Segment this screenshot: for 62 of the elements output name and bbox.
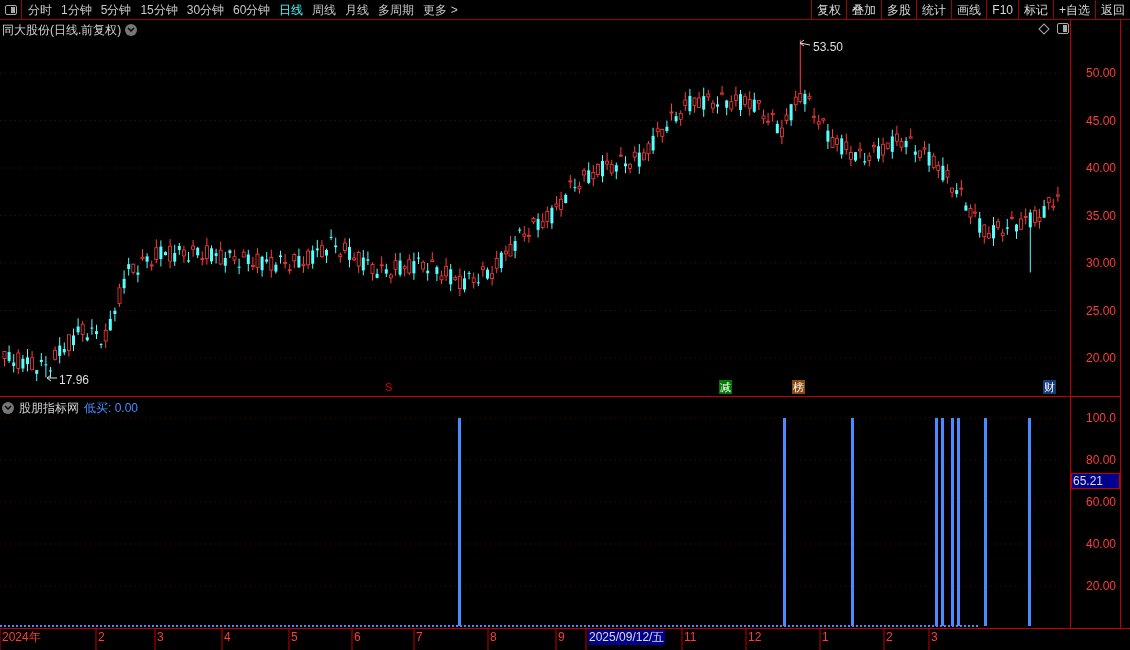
- arrow-icon: [799, 39, 811, 47]
- indicator-axis-label: 80.00: [1085, 453, 1116, 467]
- event-marker[interactable]: 减: [719, 380, 732, 394]
- chart-title: 同大股份(日线.前复权): [2, 22, 122, 39]
- indicator-axis-label: 60.00: [1085, 495, 1116, 509]
- event-marker[interactable]: 财: [1043, 380, 1056, 394]
- date-axis-label: 8: [490, 630, 497, 645]
- period-tab[interactable]: 15分钟: [140, 0, 178, 19]
- date-axis-label: 6: [354, 630, 361, 645]
- date-axis-label: 7: [416, 630, 423, 645]
- price-axis-label: 40.00: [1085, 161, 1116, 175]
- period-tab[interactable]: 月线: [345, 0, 370, 19]
- price-axis-label: 45.00: [1085, 113, 1116, 128]
- event-marker[interactable]: 榜: [792, 380, 805, 394]
- price-axis-label: 30.00: [1085, 256, 1116, 270]
- toolbar-button[interactable]: 画线: [951, 0, 987, 19]
- date-axis-label: 11: [684, 630, 697, 645]
- toolbar-button[interactable]: 复权: [811, 0, 847, 19]
- arrow-icon: [46, 374, 58, 382]
- period-tab[interactable]: 分时: [28, 0, 52, 19]
- toolbar-button[interactable]: 返回: [1095, 0, 1130, 19]
- date-axis-label: 1: [822, 630, 829, 645]
- period-tab[interactable]: 多周期: [378, 0, 415, 19]
- period-tab[interactable]: 1分钟: [61, 0, 92, 19]
- indicator-axis-label: 20.00: [1085, 579, 1116, 593]
- date-axis-label: 3: [157, 630, 164, 645]
- price-axis-label: 35.00: [1085, 208, 1116, 223]
- indicator-reading: 低买: 0.00: [84, 400, 139, 417]
- toolbar-button[interactable]: 标记: [1018, 0, 1053, 19]
- date-axis-label: 2: [98, 630, 105, 645]
- period-tab[interactable]: 周线: [312, 0, 337, 19]
- period-tab[interactable]: 5分钟: [100, 0, 132, 19]
- period-tab[interactable]: 更多 >: [423, 0, 458, 19]
- toolbar-button[interactable]: 多股: [881, 0, 917, 19]
- price-axis-label: 20.00: [1085, 351, 1116, 365]
- toolbar-button[interactable]: +自选: [1053, 0, 1095, 19]
- price-axis-label: 50.00: [1085, 66, 1116, 80]
- toolbar-button[interactable]: 统计: [916, 0, 952, 19]
- date-axis-label: 2: [886, 630, 893, 645]
- date-axis-label: 12: [748, 630, 762, 645]
- high-price-label: 53.50: [813, 39, 844, 56]
- event-marker[interactable]: S: [384, 380, 394, 394]
- indicator-axis-label: 100.0: [1085, 411, 1116, 425]
- dropdown-icon[interactable]: [125, 24, 138, 36]
- dropdown-icon[interactable]: [2, 402, 14, 414]
- period-tab[interactable]: 日线: [279, 0, 304, 19]
- date-axis-label: 2024年: [2, 630, 41, 645]
- current-value-label: 65.21: [1071, 473, 1120, 489]
- panel-toggle-icon[interactable]: [1057, 23, 1069, 34]
- indicator-axis-label: 40.00: [1085, 537, 1116, 551]
- period-tab[interactable]: 30分钟: [186, 0, 225, 19]
- date-axis-label: 2025/09/12/五: [588, 630, 666, 645]
- indicator-name: 股朋指标网: [19, 400, 79, 417]
- low-price-label: 17.96: [59, 372, 90, 389]
- date-axis-label: 4: [224, 630, 231, 645]
- date-axis-label: 3: [931, 630, 938, 645]
- toolbar-button[interactable]: F10: [986, 0, 1018, 19]
- date-axis-label: 5: [291, 630, 298, 645]
- price-axis-label: 25.00: [1085, 303, 1116, 318]
- period-tab[interactable]: 60分钟: [233, 0, 271, 19]
- toolbar-button[interactable]: 叠加: [846, 0, 882, 19]
- date-axis-label: 9: [558, 630, 565, 645]
